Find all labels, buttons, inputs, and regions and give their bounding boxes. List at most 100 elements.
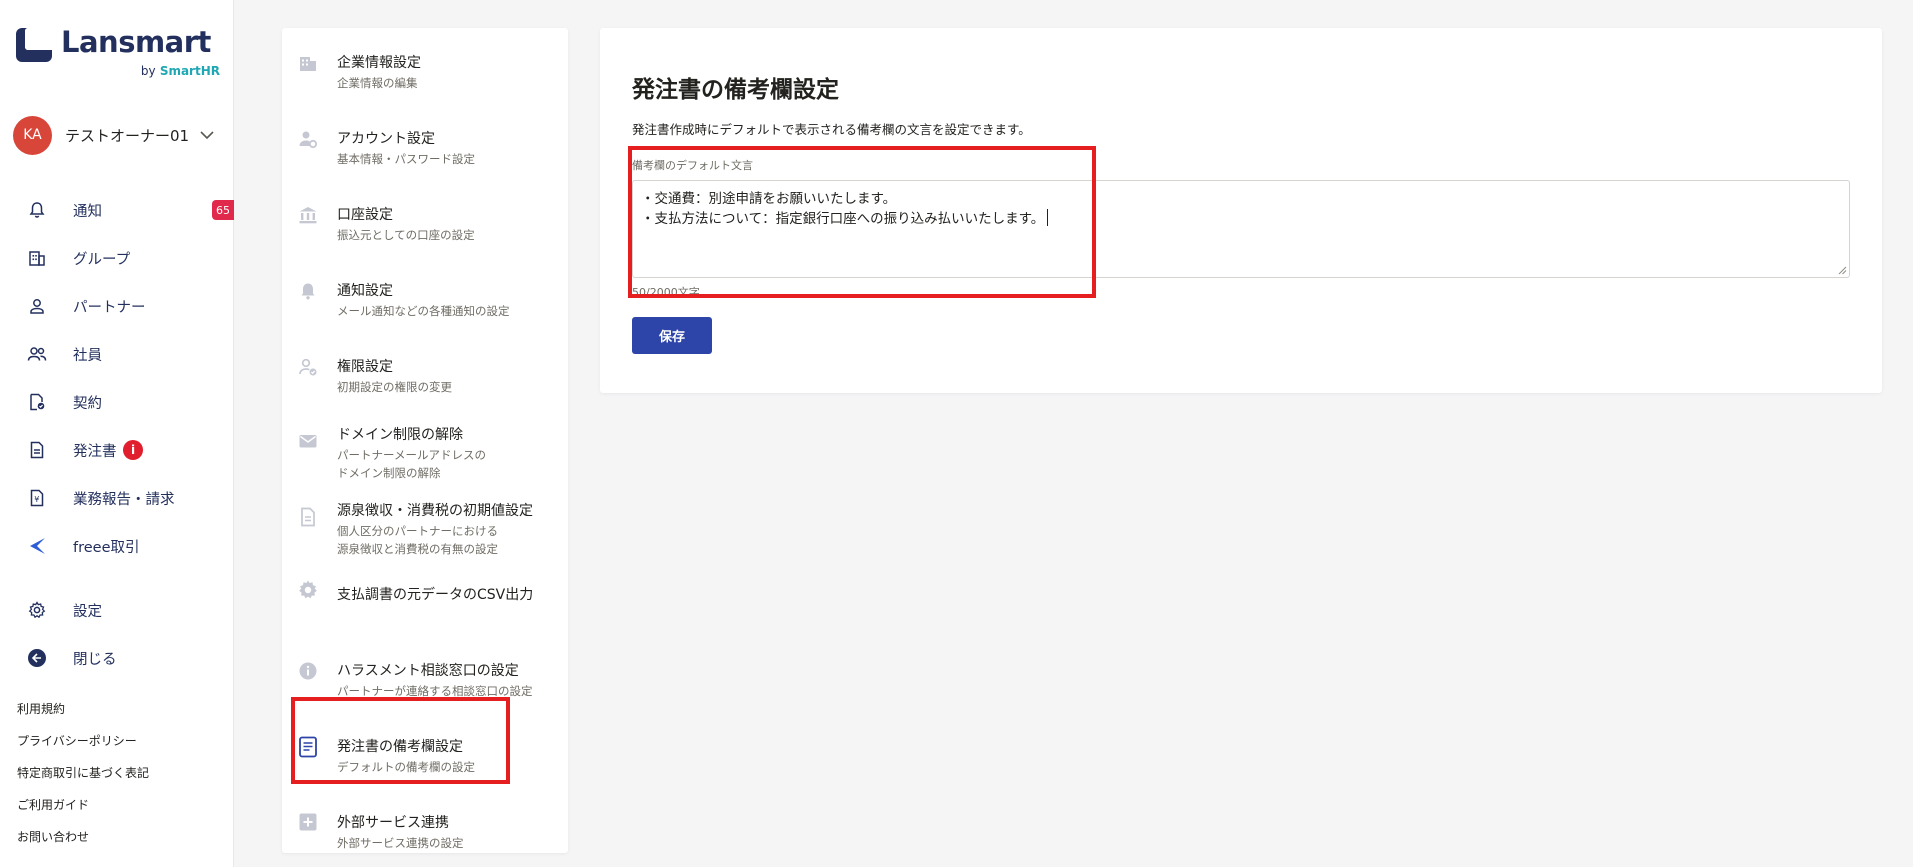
nav-label: 通知 xyxy=(73,203,102,220)
settings-item-sub: 個人区分のパートナーにおける xyxy=(337,524,498,538)
settings-item-sub: 振込元としての口座の設定 xyxy=(337,228,475,242)
user-check-icon xyxy=(297,356,319,378)
settings-menu: 企業情報設定 企業情報の編集 アカウント設定 基本情報・パスワード設定 口座設定… xyxy=(282,28,568,853)
nav-item-purchase-orders[interactable]: 発注書 i xyxy=(0,430,234,470)
note-icon xyxy=(297,736,319,758)
building-icon xyxy=(27,248,47,268)
settings-item-sub: パートナーが連絡する相談窓口の設定 xyxy=(337,684,533,698)
page-title: 発注書の備考欄設定 xyxy=(632,77,839,103)
document-icon xyxy=(27,440,47,460)
mail-icon xyxy=(297,430,319,452)
page-description: 発注書作成時にデフォルトで表示される備考欄の文言を設定できます。 xyxy=(632,122,1031,137)
text-caret xyxy=(1047,209,1049,226)
plus-box-icon xyxy=(297,811,319,833)
alert-icon: i xyxy=(123,440,143,460)
settings-item-sub: 企業情報の編集 xyxy=(337,76,418,90)
settings-item-permissions[interactable]: 権限設定 初期設定の権限の変更 xyxy=(282,344,568,408)
settings-item-sub: 外部サービス連携の設定 xyxy=(337,836,464,850)
settings-item-harassment-contact[interactable]: ハラスメント相談窓口の設定 パートナーが連絡する相談窓口の設定 xyxy=(282,648,568,712)
nav-label: 設定 xyxy=(73,603,102,620)
svg-text:¥: ¥ xyxy=(34,495,39,504)
settings-item-notifications[interactable]: 通知設定 メール通知などの各種通知の設定 xyxy=(282,268,568,332)
resize-grip-icon[interactable] xyxy=(1838,266,1847,275)
settings-item-title: 口座設定 xyxy=(337,207,393,223)
nav-item-partners[interactable]: パートナー xyxy=(0,286,234,326)
settings-item-sub: ドメイン制限の解除 xyxy=(337,466,441,480)
footer-link-privacy[interactable]: プライバシーポリシー xyxy=(17,732,137,749)
nav-label: 社員 xyxy=(73,347,102,364)
building-icon xyxy=(297,52,319,74)
freee-icon xyxy=(27,536,47,556)
collapse-icon xyxy=(27,648,47,668)
settings-item-csv-export[interactable]: 支払調書の元データのCSV出力 xyxy=(282,572,568,616)
gear-icon xyxy=(27,600,47,620)
bank-icon xyxy=(297,204,319,226)
settings-item-title: 外部サービス連携 xyxy=(337,815,449,831)
brand-byline: by SmartHR xyxy=(141,64,220,78)
nav-item-notifications[interactable]: 通知 65 xyxy=(0,190,234,230)
gear-icon xyxy=(297,579,319,601)
nav-item-contracts[interactable]: 契約 xyxy=(0,382,234,422)
avatar: KA xyxy=(13,115,52,155)
settings-item-sub: メール通知などの各種通知の設定 xyxy=(337,304,510,318)
settings-item-title: アカウント設定 xyxy=(337,131,435,147)
logo-mark-icon xyxy=(16,28,52,62)
brand-name: Lansmart xyxy=(61,25,211,59)
settings-item-po-remarks[interactable]: 発注書の備考欄設定 デフォルトの備考欄の設定 xyxy=(282,724,568,788)
settings-item-title: 権限設定 xyxy=(337,359,393,375)
nav-label: 業務報告・請求 xyxy=(73,491,175,508)
character-count: 50/2000文字 xyxy=(632,286,700,299)
footer-link-commerce-act[interactable]: 特定商取引に基づく表記 xyxy=(17,764,149,781)
user-name: テストオーナー01 xyxy=(65,126,190,145)
nav-label: 閉じる xyxy=(73,651,117,668)
nav-label: パートナー xyxy=(73,299,146,316)
settings-item-bank-account[interactable]: 口座設定 振込元としての口座の設定 xyxy=(282,192,568,256)
nav-item-freee[interactable]: freee取引 xyxy=(0,526,234,566)
settings-item-company[interactable]: 企業情報設定 企業情報の編集 xyxy=(282,40,568,104)
save-button[interactable]: 保存 xyxy=(632,317,712,354)
footer-link-contact[interactable]: お問い合わせ xyxy=(17,828,89,845)
document-icon xyxy=(297,506,319,528)
brand-by-text: by xyxy=(140,64,156,78)
nav-item-employees[interactable]: 社員 xyxy=(0,334,234,374)
remarks-field-label: 備考欄のデフォルト文言 xyxy=(632,159,753,172)
settings-item-title: 通知設定 xyxy=(337,283,393,299)
nav-item-reports-invoices[interactable]: ¥ 業務報告・請求 xyxy=(0,478,234,518)
bell-icon xyxy=(297,280,319,302)
bell-icon xyxy=(27,200,47,220)
notification-count-badge: 65 xyxy=(212,200,234,220)
nav-item-groups[interactable]: グループ xyxy=(0,238,234,278)
remarks-textarea-value: ・交通費：別途申請をお願いいたします。 ・支払方法について：指定銀行口座への振り… xyxy=(641,191,1045,227)
nav-label: グループ xyxy=(73,251,131,268)
po-remarks-settings-panel: 発注書の備考欄設定 発注書作成時にデフォルトで表示される備考欄の文言を設定できま… xyxy=(600,28,1882,393)
settings-item-title: ドメイン制限の解除 xyxy=(337,427,463,443)
nav-item-settings[interactable]: 設定 xyxy=(0,590,234,630)
contract-icon xyxy=(27,392,47,412)
account-gear-icon xyxy=(297,128,319,150)
settings-item-domain-restriction[interactable]: ドメイン制限の解除 パートナーメールアドレスの ドメイン制限の解除 xyxy=(282,412,568,480)
person-icon xyxy=(27,296,47,316)
chevron-down-icon[interactable] xyxy=(197,125,217,145)
invoice-icon: ¥ xyxy=(27,488,47,508)
nav-item-collapse[interactable]: 閉じる xyxy=(0,638,234,678)
nav-label: 発注書 xyxy=(73,443,117,460)
settings-item-sub: 基本情報・パスワード設定 xyxy=(337,152,475,166)
people-icon xyxy=(27,344,47,364)
settings-item-sub: 初期設定の権限の変更 xyxy=(337,380,452,394)
settings-item-title: 支払調書の元データのCSV出力 xyxy=(337,587,534,603)
settings-item-integrations[interactable]: 外部サービス連携 外部サービス連携の設定 xyxy=(282,800,568,852)
info-icon xyxy=(297,660,319,682)
account-switcher[interactable]: KA テストオーナー01 xyxy=(13,115,231,155)
settings-item-title: 企業情報設定 xyxy=(337,55,421,71)
settings-item-withholding-tax[interactable]: 源泉徴収・消費税の初期値設定 個人区分のパートナーにおける 源泉徴収と消費税の有… xyxy=(282,488,568,556)
nav-label: 契約 xyxy=(73,395,102,412)
settings-item-account[interactable]: アカウント設定 基本情報・パスワード設定 xyxy=(282,116,568,180)
footer-link-guide[interactable]: ご利用ガイド xyxy=(17,796,89,813)
nav-label: freee取引 xyxy=(73,539,140,556)
brand-vendor: SmartHR xyxy=(159,64,220,78)
remarks-textarea[interactable]: ・交通費：別途申請をお願いいたします。 ・支払方法について：指定銀行口座への振り… xyxy=(632,180,1850,278)
footer-link-terms[interactable]: 利用規約 xyxy=(17,700,65,717)
settings-item-sub: 源泉徴収と消費税の有無の設定 xyxy=(337,542,498,556)
lansmart-logo[interactable]: Lansmart by SmartHR xyxy=(16,25,220,80)
global-sidebar: Lansmart by SmartHR KA テストオーナー01 通知 65 グ… xyxy=(0,0,234,867)
